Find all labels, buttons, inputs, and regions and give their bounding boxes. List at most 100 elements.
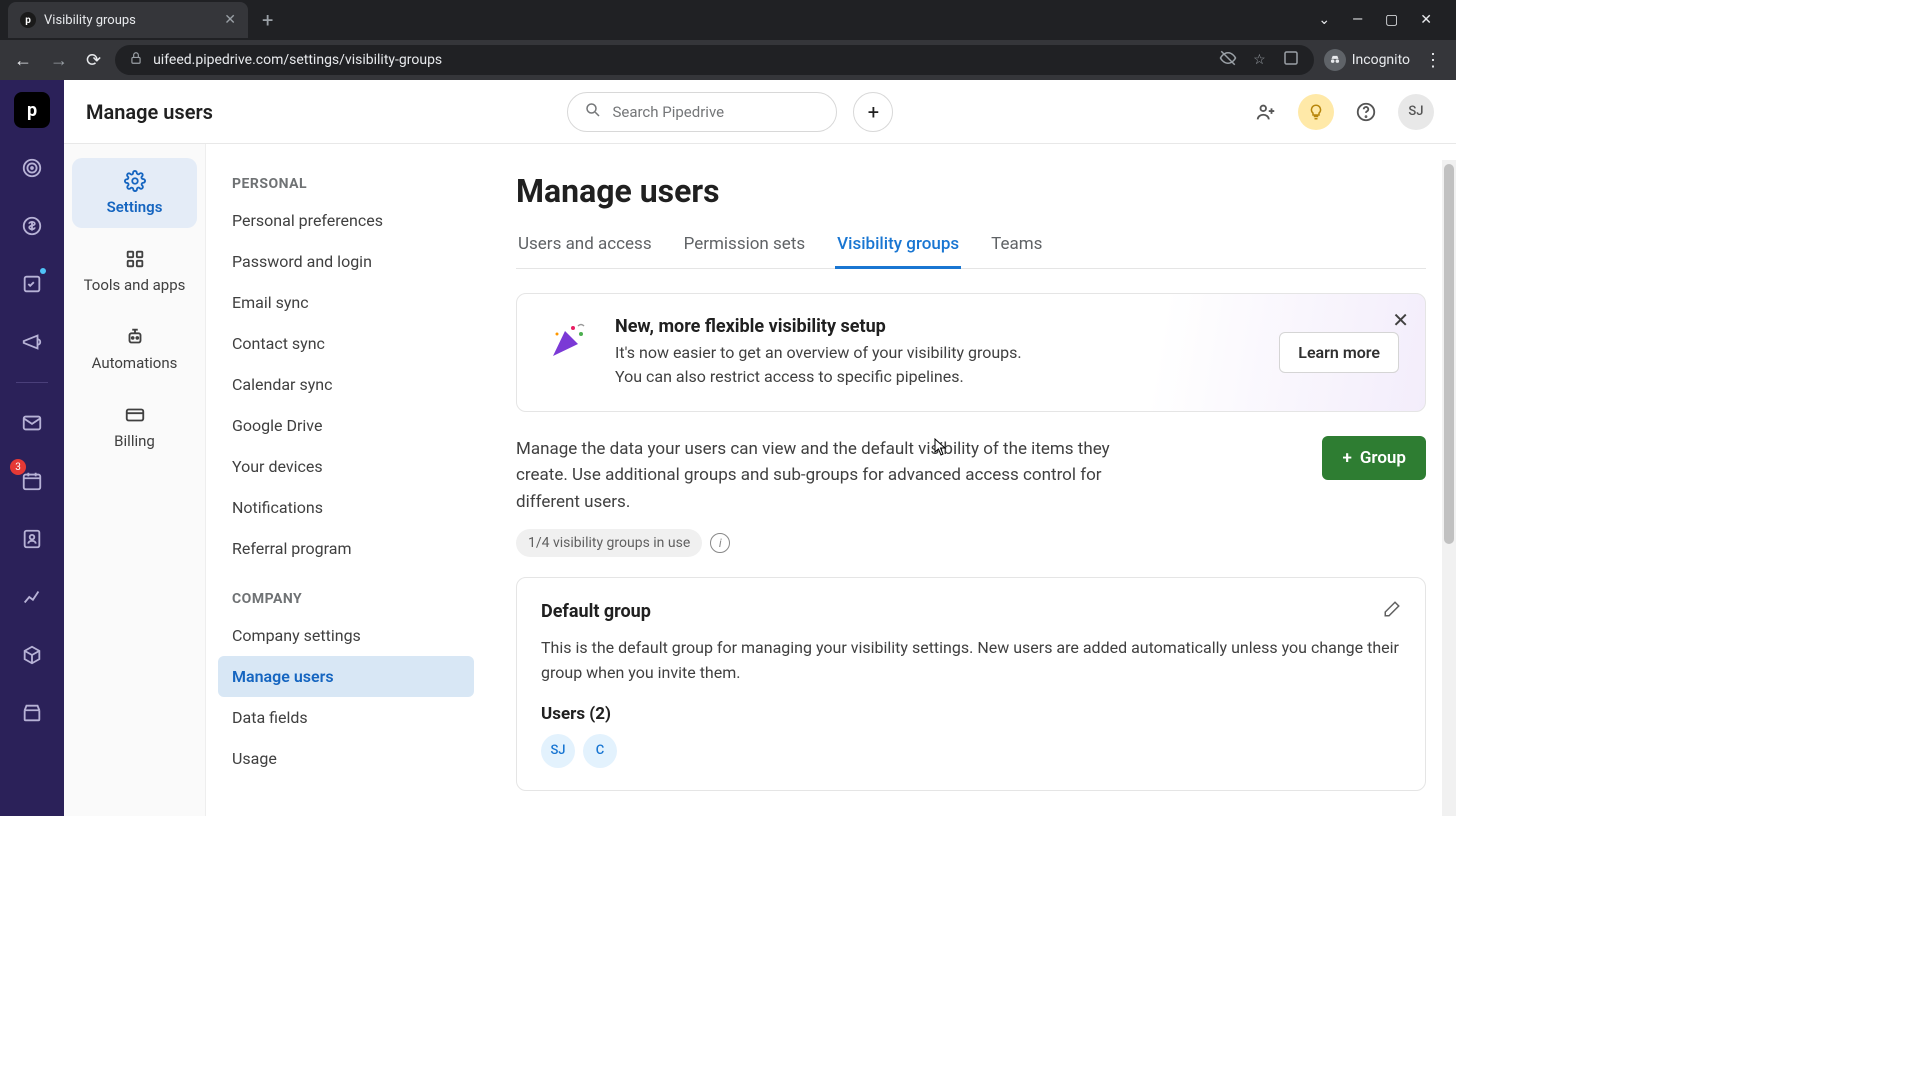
close-icon[interactable]: ✕ <box>1392 308 1409 332</box>
bulb-icon[interactable] <box>1298 94 1334 130</box>
menu-personal-preferences[interactable]: Personal preferences <box>218 200 474 241</box>
settings-menu: PERSONAL Personal preferences Password a… <box>206 144 486 816</box>
reload-button[interactable]: ⟳ <box>82 46 105 75</box>
group-button-label: Group <box>1360 448 1406 468</box>
lock-icon <box>129 51 143 69</box>
scrollbar-thumb[interactable] <box>1444 164 1454 544</box>
learn-more-button[interactable]: Learn more <box>1279 332 1399 373</box>
pencil-icon[interactable] <box>1383 600 1401 622</box>
rail-calendar-icon[interactable]: 3 <box>14 463 50 499</box>
tab-visibility-groups[interactable]: Visibility groups <box>835 222 961 268</box>
search-input[interactable]: Search Pipedrive <box>567 92 837 132</box>
kebab-menu-icon[interactable]: ⋮ <box>1420 46 1446 75</box>
add-button[interactable]: + <box>853 92 893 132</box>
menu-calendar-sync[interactable]: Calendar sync <box>218 364 474 405</box>
plus-icon: + <box>1342 448 1351 468</box>
default-group-card: Default group This is the default group … <box>516 577 1426 791</box>
incognito-icon <box>1324 49 1346 71</box>
subnav-billing[interactable]: Billing <box>72 392 197 462</box>
extensions-icon[interactable] <box>1282 49 1300 71</box>
rail-marketplace-icon[interactable] <box>14 695 50 731</box>
group-description: This is the default group for managing y… <box>541 636 1401 686</box>
info-icon[interactable]: i <box>710 533 730 553</box>
rail-contacts-icon[interactable] <box>14 521 50 557</box>
subnav-settings[interactable]: Settings <box>72 158 197 228</box>
left-rail: p 3 <box>0 80 64 816</box>
chevron-down-icon[interactable]: ⌄ <box>1318 12 1330 28</box>
menu-google-drive[interactable]: Google Drive <box>218 405 474 446</box>
help-icon[interactable] <box>1348 94 1384 130</box>
rail-separator <box>16 382 48 383</box>
tab-permission-sets[interactable]: Permission sets <box>682 222 808 268</box>
incognito-label: Incognito <box>1352 52 1410 68</box>
banner-title: New, more flexible visibility setup <box>615 316 1257 337</box>
user-chip[interactable]: C <box>583 734 617 768</box>
menu-email-sync[interactable]: Email sync <box>218 282 474 323</box>
minimize-icon[interactable]: — <box>1352 12 1363 28</box>
rail-insights-icon[interactable] <box>14 579 50 615</box>
rail-products-icon[interactable] <box>14 637 50 673</box>
app-right: Manage users Search Pipedrive + SJ Setti… <box>64 80 1456 816</box>
section-company: COMPANY <box>218 583 474 615</box>
browser-tab[interactable]: p Visibility groups ✕ <box>8 2 248 38</box>
subnav-automations[interactable]: Automations <box>72 314 197 384</box>
users-count-label: Users (2) <box>541 704 1401 724</box>
menu-contact-sync[interactable]: Contact sync <box>218 323 474 364</box>
eye-off-icon[interactable] <box>1219 49 1237 71</box>
close-tab-icon[interactable]: ✕ <box>224 12 236 28</box>
search-placeholder: Search Pipedrive <box>612 103 724 121</box>
scrollbar[interactable] <box>1442 160 1456 816</box>
maximize-icon[interactable]: ▢ <box>1385 12 1398 28</box>
new-tab-button[interactable]: + <box>254 4 281 36</box>
menu-password-login[interactable]: Password and login <box>218 241 474 282</box>
star-icon[interactable]: ☆ <box>1253 52 1266 68</box>
search-icon <box>584 101 602 123</box>
browser-chrome: p Visibility groups ✕ + ⌄ — ▢ ✕ ← → ⟳ ui… <box>0 0 1456 80</box>
menu-manage-users[interactable]: Manage users <box>218 656 474 697</box>
banner-text: It's now easier to get an overview of yo… <box>615 341 1035 389</box>
settings-subnav: Settings Tools and apps Automations Bill… <box>64 144 206 816</box>
address-row: ← → ⟳ uifeed.pipedrive.com/settings/visi… <box>0 40 1456 80</box>
forward-button[interactable]: → <box>46 46 72 75</box>
add-group-button[interactable]: + Group <box>1322 436 1426 480</box>
page-title: Manage users <box>516 172 1426 210</box>
app-root: p 3 Manage users Search Pipedrive + <box>0 80 1456 816</box>
rail-campaigns-icon[interactable] <box>14 324 50 360</box>
menu-referral[interactable]: Referral program <box>218 528 474 569</box>
browser-tab-row: p Visibility groups ✕ + ⌄ — ▢ ✕ <box>0 0 1456 40</box>
badge-count: 3 <box>10 459 26 475</box>
menu-company-settings[interactable]: Company settings <box>218 615 474 656</box>
subnav-tools[interactable]: Tools and apps <box>72 236 197 306</box>
back-button[interactable]: ← <box>10 46 36 75</box>
rail-mail-icon[interactable] <box>14 405 50 441</box>
tab-title: Visibility groups <box>44 13 136 28</box>
info-banner: ✕ New, more flexible visibility setup It… <box>516 293 1426 412</box>
user-avatar[interactable]: SJ <box>1398 94 1434 130</box>
content: Settings Tools and apps Automations Bill… <box>64 144 1456 816</box>
menu-your-devices[interactable]: Your devices <box>218 446 474 487</box>
menu-data-fields[interactable]: Data fields <box>218 697 474 738</box>
topbar: Manage users Search Pipedrive + SJ <box>64 80 1456 144</box>
tab-users-access[interactable]: Users and access <box>516 222 654 268</box>
close-window-icon[interactable]: ✕ <box>1420 12 1432 28</box>
rail-tasks-icon[interactable] <box>14 266 50 302</box>
user-avatar-list: SJ C <box>541 734 1401 768</box>
invite-users-icon[interactable] <box>1248 94 1284 130</box>
app-logo[interactable]: p <box>14 92 50 128</box>
menu-usage[interactable]: Usage <box>218 738 474 779</box>
window-controls: ⌄ — ▢ ✕ <box>1318 12 1448 28</box>
page-context-title: Manage users <box>86 100 213 124</box>
rail-money-icon[interactable] <box>14 208 50 244</box>
rail-target-icon[interactable] <box>14 150 50 186</box>
tabs: Users and access Permission sets Visibil… <box>516 222 1426 269</box>
confetti-icon <box>543 316 593 366</box>
user-chip[interactable]: SJ <box>541 734 575 768</box>
favicon-icon: p <box>20 12 36 28</box>
group-title: Default group <box>541 601 651 622</box>
incognito-indicator[interactable]: Incognito <box>1324 49 1410 71</box>
tab-teams[interactable]: Teams <box>989 222 1044 268</box>
address-bar[interactable]: uifeed.pipedrive.com/settings/visibility… <box>115 45 1314 75</box>
menu-notifications[interactable]: Notifications <box>218 487 474 528</box>
section-personal: PERSONAL <box>218 168 474 200</box>
usage-badge: 1/4 visibility groups in use <box>516 529 702 557</box>
